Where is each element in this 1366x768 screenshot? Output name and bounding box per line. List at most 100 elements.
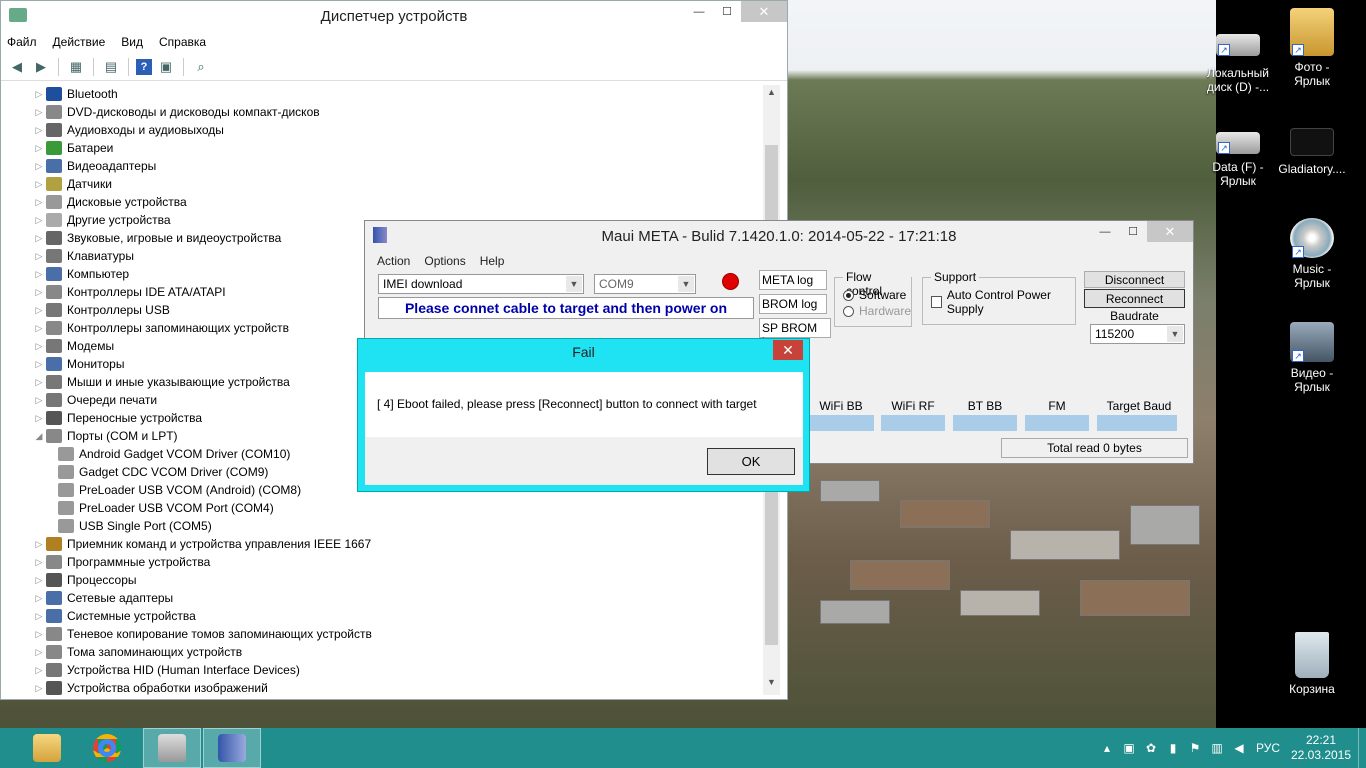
- menu-view[interactable]: Вид: [121, 35, 143, 49]
- expand-arrow-icon[interactable]: ▷: [32, 629, 46, 640]
- desktop-icon-data-drive[interactable]: ↗ Data (F) - Ярлык: [1202, 128, 1274, 188]
- expand-arrow-icon[interactable]: ▷: [32, 611, 46, 622]
- desktop-icon-gladiatory[interactable]: Gladiatory....: [1276, 128, 1348, 176]
- flow-hardware-radio[interactable]: Hardware: [843, 304, 911, 318]
- taskbar-explorer[interactable]: [18, 728, 76, 768]
- tree-item[interactable]: ▷ Устройства обработки изображений: [6, 679, 763, 695]
- fail-dialog-titlebar[interactable]: Fail ✕: [358, 339, 809, 365]
- language-indicator[interactable]: РУС: [1250, 741, 1286, 755]
- chevron-up-icon[interactable]: ▴: [1096, 741, 1118, 755]
- expand-arrow-icon[interactable]: ▷: [32, 395, 46, 406]
- minimize-button[interactable]: —: [685, 1, 713, 22]
- device-manager-titlebar[interactable]: Диспетчер устройств — ☐ ✕: [1, 1, 787, 31]
- expand-arrow-icon[interactable]: ▷: [32, 593, 46, 604]
- expand-arrow-icon[interactable]: ▷: [32, 305, 46, 316]
- menu-help[interactable]: Help: [480, 254, 505, 268]
- expand-arrow-icon[interactable]: ▷: [32, 413, 46, 424]
- expand-arrow-icon[interactable]: ▷: [32, 665, 46, 676]
- desktop-icon-music[interactable]: ↗ Music - Ярлык: [1276, 218, 1348, 290]
- tree-item[interactable]: ▷ Приемник команд и устройства управления…: [6, 535, 763, 553]
- scroll-up-icon[interactable]: ▲: [763, 87, 780, 103]
- forward-arrow-icon[interactable]: ▶: [31, 57, 51, 77]
- close-button[interactable]: ✕: [741, 1, 787, 22]
- tree-item[interactable]: USB Single Port (COM5): [6, 517, 763, 535]
- expand-arrow-icon[interactable]: ▷: [32, 557, 46, 568]
- taskbar-device-manager[interactable]: [143, 728, 201, 768]
- scan-hardware-icon[interactable]: ⌕: [191, 57, 211, 77]
- desktop-icon-video[interactable]: ↗ Видео - Ярлык: [1276, 322, 1348, 394]
- expand-arrow-icon[interactable]: ▷: [32, 161, 46, 172]
- tree-item[interactable]: ▷ DVD-дисководы и дисководы компакт-диско…: [6, 103, 763, 121]
- tree-item[interactable]: ▷ Системные устройства: [6, 607, 763, 625]
- tree-item[interactable]: ▷ Дисковые устройства: [6, 193, 763, 211]
- back-arrow-icon[interactable]: ◀: [7, 57, 27, 77]
- view-icon[interactable]: ▣: [156, 57, 176, 77]
- tree-item[interactable]: ▷ Тома запоминающих устройств: [6, 643, 763, 661]
- brom-log-button[interactable]: BROM log: [759, 294, 827, 314]
- expand-arrow-icon[interactable]: ▷: [32, 323, 46, 334]
- mode-select[interactable]: IMEI download ▼: [378, 274, 584, 294]
- expand-arrow-icon[interactable]: ▷: [32, 215, 46, 226]
- menu-help[interactable]: Справка: [159, 35, 206, 49]
- expand-arrow-icon[interactable]: ▷: [32, 359, 46, 370]
- tree-item[interactable]: ▷ Bluetooth: [6, 85, 763, 103]
- menu-action[interactable]: Action: [377, 254, 410, 268]
- expand-arrow-icon[interactable]: ▷: [32, 575, 46, 586]
- tray-app-icon[interactable]: ✿: [1140, 741, 1162, 755]
- maximize-button[interactable]: ☐: [1119, 221, 1147, 242]
- expand-arrow-icon[interactable]: ▷: [32, 233, 46, 244]
- port-select[interactable]: COM9 ▼: [594, 274, 696, 294]
- expand-arrow-icon[interactable]: ▷: [32, 287, 46, 298]
- expand-arrow-icon[interactable]: ▷: [32, 683, 46, 694]
- minimize-button[interactable]: —: [1091, 221, 1119, 242]
- expand-arrow-icon[interactable]: ▷: [32, 251, 46, 262]
- menu-options[interactable]: Options: [424, 254, 465, 268]
- maximize-button[interactable]: ☐: [713, 1, 741, 22]
- expand-arrow-icon[interactable]: ▷: [32, 89, 46, 100]
- maui-titlebar[interactable]: Maui META - Bulid 7.1420.1.0: 2014-05-22…: [365, 221, 1193, 251]
- tree-item[interactable]: ▷ Программные устройства: [6, 553, 763, 571]
- clock[interactable]: 22:21 22.03.2015: [1286, 733, 1356, 763]
- taskbar-maui-meta[interactable]: [203, 728, 261, 768]
- expand-arrow-icon[interactable]: ▷: [32, 197, 46, 208]
- show-desktop-button[interactable]: [1358, 728, 1366, 768]
- disconnect-button[interactable]: Disconnect: [1084, 271, 1185, 288]
- flag-icon[interactable]: ⚑: [1184, 741, 1206, 755]
- menu-file[interactable]: Файл: [7, 35, 37, 49]
- tree-item[interactable]: ▷ Видеоадаптеры: [6, 157, 763, 175]
- expand-arrow-icon[interactable]: ▷: [32, 647, 46, 658]
- desktop-icon-local-disk[interactable]: ↗ Локальный диск (D) -...: [1202, 24, 1274, 94]
- properties-icon[interactable]: ▦: [66, 57, 86, 77]
- scroll-down-icon[interactable]: ▼: [763, 677, 780, 693]
- expand-arrow-icon[interactable]: ▷: [32, 269, 46, 280]
- desktop-icon-photo[interactable]: ↗ Фото - Ярлык: [1276, 8, 1348, 88]
- desktop-icon-recycle-bin[interactable]: Корзина: [1276, 632, 1348, 696]
- expand-arrow-icon[interactable]: ▷: [32, 107, 46, 118]
- tree-item[interactable]: ▷ Сетевые адаптеры: [6, 589, 763, 607]
- baudrate-select[interactable]: 115200 ▼: [1090, 324, 1185, 344]
- tree-item[interactable]: ▷ Теневое копирование томов запоминающих …: [6, 625, 763, 643]
- expand-arrow-icon[interactable]: ◢: [32, 431, 46, 442]
- ok-button[interactable]: OK: [707, 448, 795, 475]
- menu-action[interactable]: Действие: [53, 35, 106, 49]
- sp-brom-log-button[interactable]: SP BROM log: [759, 318, 831, 349]
- reconnect-button[interactable]: Reconnect: [1084, 289, 1185, 308]
- expand-arrow-icon[interactable]: ▷: [32, 377, 46, 388]
- expand-arrow-icon[interactable]: ▷: [32, 143, 46, 154]
- tray-app-icon[interactable]: ▣: [1118, 741, 1140, 755]
- flow-software-radio[interactable]: Software: [843, 288, 906, 302]
- auto-power-checkbox[interactable]: Auto Control Power Supply: [931, 288, 1075, 316]
- tree-item[interactable]: ▷ Аудиовходы и аудиовыходы: [6, 121, 763, 139]
- tree-item[interactable]: ▷ Процессоры: [6, 571, 763, 589]
- document-icon[interactable]: ▤: [101, 57, 121, 77]
- volume-icon[interactable]: ◀: [1228, 741, 1250, 755]
- network-icon[interactable]: ▥: [1206, 741, 1228, 755]
- tree-item[interactable]: PreLoader USB VCOM Port (COM4): [6, 499, 763, 517]
- meta-log-button[interactable]: META log: [759, 270, 827, 290]
- expand-arrow-icon[interactable]: ▷: [32, 179, 46, 190]
- power-icon[interactable]: ▮: [1162, 741, 1184, 755]
- expand-arrow-icon[interactable]: ▷: [32, 125, 46, 136]
- help-icon[interactable]: ?: [136, 58, 152, 75]
- expand-arrow-icon[interactable]: ▷: [32, 539, 46, 550]
- close-button[interactable]: ✕: [773, 340, 803, 360]
